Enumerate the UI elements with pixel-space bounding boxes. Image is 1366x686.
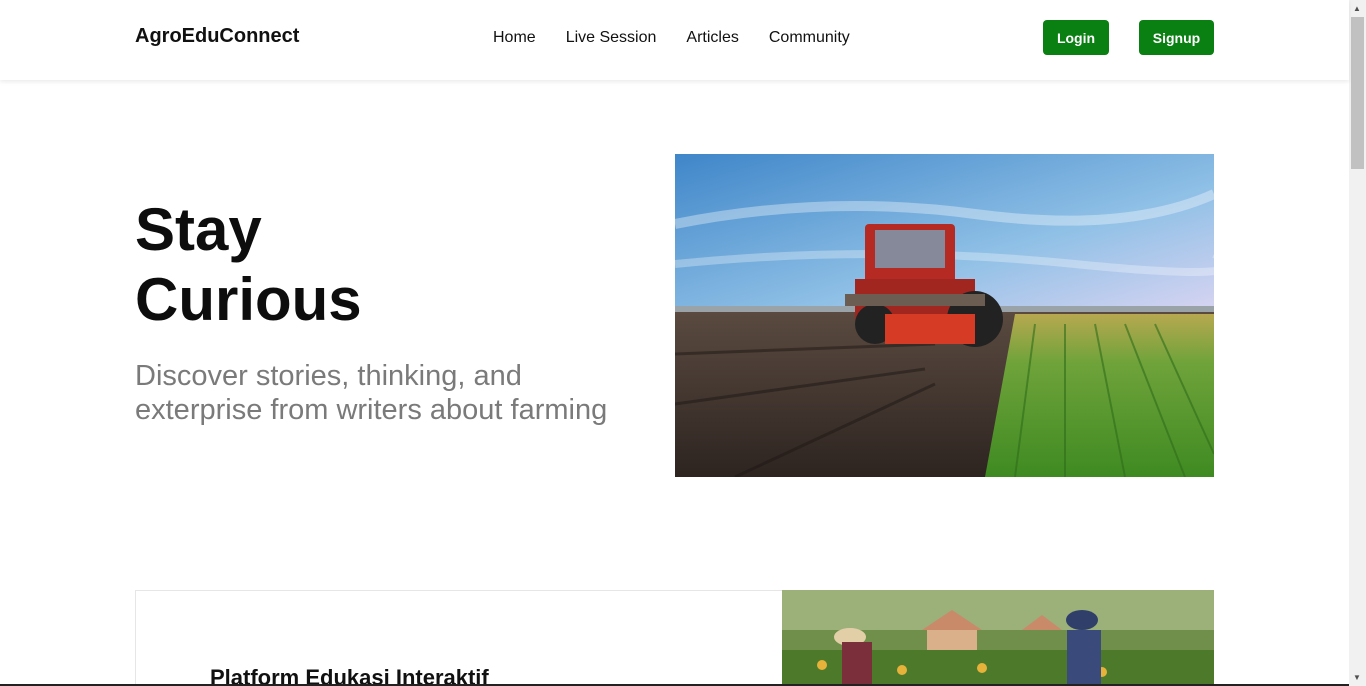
hero-title-line1: Stay (135, 196, 262, 263)
feature-card-title: Platform Edukasi Interaktif (210, 665, 489, 686)
nav-link-live-session[interactable]: Live Session (566, 28, 657, 48)
hero-tractor-image (675, 154, 1214, 477)
login-button[interactable]: Login (1043, 20, 1109, 55)
scroll-down-arrow-icon[interactable]: ▼ (1353, 673, 1361, 682)
navbar: AgroEduConnect Home Live Session Article… (0, 0, 1349, 80)
scroll-up-arrow-icon[interactable]: ▲ (1353, 4, 1361, 13)
hero-title-line2: Curious (135, 266, 362, 333)
hero-subtitle: Discover stories, thinking, and exterpri… (135, 360, 608, 426)
farmers-image (782, 590, 1214, 686)
nav-link-community[interactable]: Community (769, 28, 850, 48)
vertical-scrollbar[interactable]: ▲ ▼ (1349, 0, 1366, 686)
brand-logo[interactable]: AgroEduConnect (135, 25, 299, 48)
nav-link-home[interactable]: Home (493, 28, 536, 48)
hero-title: Stay Curious (135, 195, 535, 335)
signup-button[interactable]: Signup (1139, 20, 1214, 55)
nav-links: Home Live Session Articles Community (493, 28, 850, 48)
scrollbar-thumb[interactable] (1351, 17, 1364, 169)
nav-link-articles[interactable]: Articles (686, 28, 738, 48)
